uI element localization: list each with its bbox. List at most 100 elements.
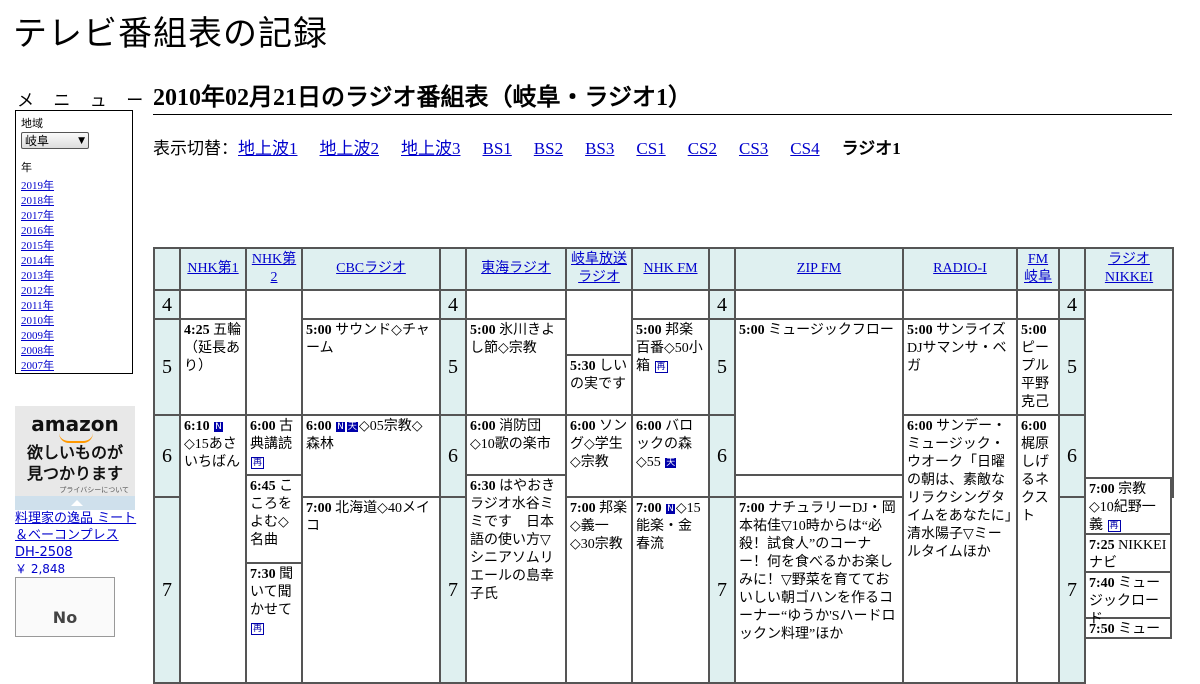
year-link[interactable]: 2012年 — [21, 285, 54, 297]
product-price: ￥ 2,848 — [15, 562, 66, 576]
year-link[interactable]: 2015年 — [21, 240, 54, 252]
program-time: 5:00 — [739, 323, 765, 338]
station-link-nhkfm[interactable]: NHK FM — [643, 261, 697, 276]
switch-link-cs1[interactable]: CS1 — [636, 139, 665, 158]
year-list: 2019年 2018年 2017年 2016年 2015年 2014年 2013… — [21, 179, 127, 374]
program-cell[interactable]: 5:00 ミュージックフロー — [734, 318, 904, 476]
year-link[interactable]: 2007年 — [21, 360, 54, 372]
empty-slot — [245, 289, 303, 416]
program-cell[interactable]: 7:00 宗教◇10紀野一義 再 — [1084, 477, 1172, 535]
page-heading: 2010年02月21日のラジオ番組表（岐阜・ラジオ1） — [153, 82, 1172, 115]
program-title: ピープル平野克己 — [1021, 341, 1049, 410]
station-link-nikkei[interactable]: ラジオNIKKEI — [1105, 252, 1153, 285]
program-cell[interactable]: 6:30 はやおきラジオ水谷ミミです 日本語の使い方▽シニアソムリエールの島幸子… — [465, 474, 567, 684]
rerun-badge-icon: 再 — [1107, 520, 1121, 532]
year-link[interactable]: 2014年 — [21, 255, 54, 267]
year-link[interactable]: 2019年 — [21, 180, 54, 192]
program-title: はやおきラジオ水谷ミミです 日本語の使い方▽シニアソムリエールの島幸子氏 — [470, 479, 556, 602]
program-cell[interactable]: 7:40 ミュージックロード — [1084, 573, 1172, 627]
station-link-nhk1[interactable]: NHK第1 — [187, 261, 238, 276]
year-link[interactable]: 2013年 — [21, 270, 54, 282]
program-cell[interactable]: 5:00 サンライズDJサマンサ・ベガ — [902, 318, 1018, 416]
program-cell[interactable]: 6:00 梶原しげるネクスト — [1016, 414, 1060, 684]
program-cell[interactable]: 7:00 ナチュラリーDJ・岡本祐佳▽10時からは“必殺！試食人”のコーナー！何… — [734, 496, 904, 684]
station-link-radioi[interactable]: RADIO-I — [933, 261, 987, 276]
empty-slot — [465, 289, 567, 320]
program-cell[interactable]: 5:30 しいの実です — [565, 353, 633, 417]
program-time: 5:00 — [470, 323, 496, 338]
program-time: 4:25 — [184, 323, 210, 338]
ad-privacy-link[interactable]: プライバシーについて — [59, 485, 129, 495]
site-title: テレビ番組表の記録 — [13, 14, 328, 54]
station-link-cbc[interactable]: CBCラジオ — [336, 261, 406, 276]
program-cell[interactable]: 5:00 ピープル平野克己 — [1016, 318, 1060, 416]
empty-slot — [902, 289, 1018, 320]
rerun-badge-icon: 再 — [251, 457, 265, 469]
year-link[interactable]: 2009年 — [21, 330, 54, 342]
station-link-gifu[interactable]: 岐阜放送ラジオ — [571, 252, 627, 285]
program-cell[interactable]: 6:00 サンデー・ミュージック・ウオーク「日曜の朝は、素敵なリラクシングタイム… — [902, 414, 1018, 684]
empty-slot — [734, 289, 904, 320]
program-cell[interactable]: 6:10 N ◇15あさいちばん — [179, 414, 247, 684]
program-cell[interactable]: 7:00 N ◇15能楽・金春流 — [631, 496, 710, 684]
switch-link-cs3[interactable]: CS3 — [739, 139, 768, 158]
program-time: 7:30 — [250, 567, 276, 582]
station-header-row: NHK第1 NHK第2 CBCラジオ 東海ラジオ 岐阜放送ラジオ NHK FM … — [153, 247, 1174, 291]
hour-label: 4 — [1058, 289, 1086, 320]
program-cell[interactable]: 6:00 N 天 ◇05宗教◇森林 — [301, 414, 441, 498]
switch-link-bs2[interactable]: BS2 — [534, 139, 563, 158]
switch-link-chijo2[interactable]: 地上波2 — [320, 139, 380, 158]
station-link-nhk2[interactable]: NHK第2 — [252, 252, 296, 285]
program-cell[interactable]: 6:00 バロックの森◇55 天 — [631, 414, 710, 498]
station-link-tokai[interactable]: 東海ラジオ — [481, 261, 551, 276]
program-cell[interactable]: 7:25 NIKKEIナビ — [1084, 535, 1172, 573]
ad-tagline-line1: 欲しいものが — [26, 443, 123, 462]
station-header: ZIP FM — [734, 247, 904, 291]
hour-header-corner — [1058, 247, 1086, 291]
product-link[interactable]: 料理家の逸品 ミート＆ベーコンプレス DH-2508 — [15, 510, 140, 561]
hour-label: 6 — [439, 414, 467, 498]
station-link-fmgifu[interactable]: FM岐阜 — [1024, 252, 1052, 285]
station-header: RADIO-I — [902, 247, 1018, 291]
switch-link-chijo3[interactable]: 地上波3 — [401, 139, 461, 158]
program-cell[interactable]: 4:25 五輪（延長あり） — [179, 318, 247, 416]
program-cell[interactable]: 6:00 消防団◇10歌の楽市 — [465, 414, 567, 476]
region-select[interactable]: 岐阜 ▼ — [21, 132, 89, 149]
program-cell[interactable]: 7:00 邦楽◇義一◇30宗教 — [565, 496, 633, 684]
program-cell[interactable]: 6:45 こころをよむ◇名曲 — [245, 474, 303, 564]
program-cell[interactable]: 5:00 氷川きよし節◇宗教 — [465, 318, 567, 416]
program-cell[interactable]: 6:00 ソング◇学生◇宗教 — [565, 414, 633, 498]
program-time: 5:00 — [907, 323, 933, 338]
menu-heading: メ ニ ュ ー — [17, 91, 151, 111]
product-image-placeholder[interactable]: No — [15, 577, 115, 637]
program-cell[interactable]: 6:00 古典講読再 — [245, 414, 303, 476]
news-badge-icon: N — [666, 504, 675, 514]
switch-link-bs3[interactable]: BS3 — [585, 139, 614, 158]
program-time: 7:40 — [1089, 576, 1115, 591]
switch-link-bs1[interactable]: BS1 — [483, 139, 512, 158]
switch-link-cs4[interactable]: CS4 — [790, 139, 819, 158]
collapse-arrow-icon[interactable] — [71, 500, 83, 506]
switch-link-cs2[interactable]: CS2 — [688, 139, 717, 158]
program-cell[interactable]: 5:00 邦楽百番◇50小箱 再 — [631, 318, 710, 416]
year-link[interactable]: 2018年 — [21, 195, 54, 207]
program-time: 6:00 — [306, 419, 332, 434]
program-cell[interactable]: 7:50 ミュージ — [1084, 619, 1172, 639]
switch-link-chijo1[interactable]: 地上波1 — [238, 139, 298, 158]
empty-slot — [179, 289, 247, 320]
hour-label: 5 — [708, 318, 736, 416]
region-label: 地域 — [21, 117, 43, 130]
year-link[interactable]: 2016年 — [21, 225, 54, 237]
year-link[interactable]: 2010年 — [21, 315, 54, 327]
program-cell[interactable]: 7:30 聞いて聞かせて再 — [245, 562, 303, 684]
program-cell[interactable]: 5:00 サウンド◇チャーム — [301, 318, 441, 416]
program-time: 6:00 — [636, 419, 662, 434]
station-link-zipfm[interactable]: ZIP FM — [797, 261, 841, 276]
hour-label: 7 — [1058, 496, 1086, 684]
year-link[interactable]: 2008年 — [21, 345, 54, 357]
program-cell[interactable]: 7:00 北海道◇40メイコ — [301, 496, 441, 684]
amazon-ad[interactable]: amazon 欲しいものが 見つかります プライバシーについて — [15, 406, 135, 510]
year-link[interactable]: 2017年 — [21, 210, 54, 222]
hour-label: 6 — [1058, 414, 1086, 498]
year-link[interactable]: 2011年 — [21, 300, 54, 312]
